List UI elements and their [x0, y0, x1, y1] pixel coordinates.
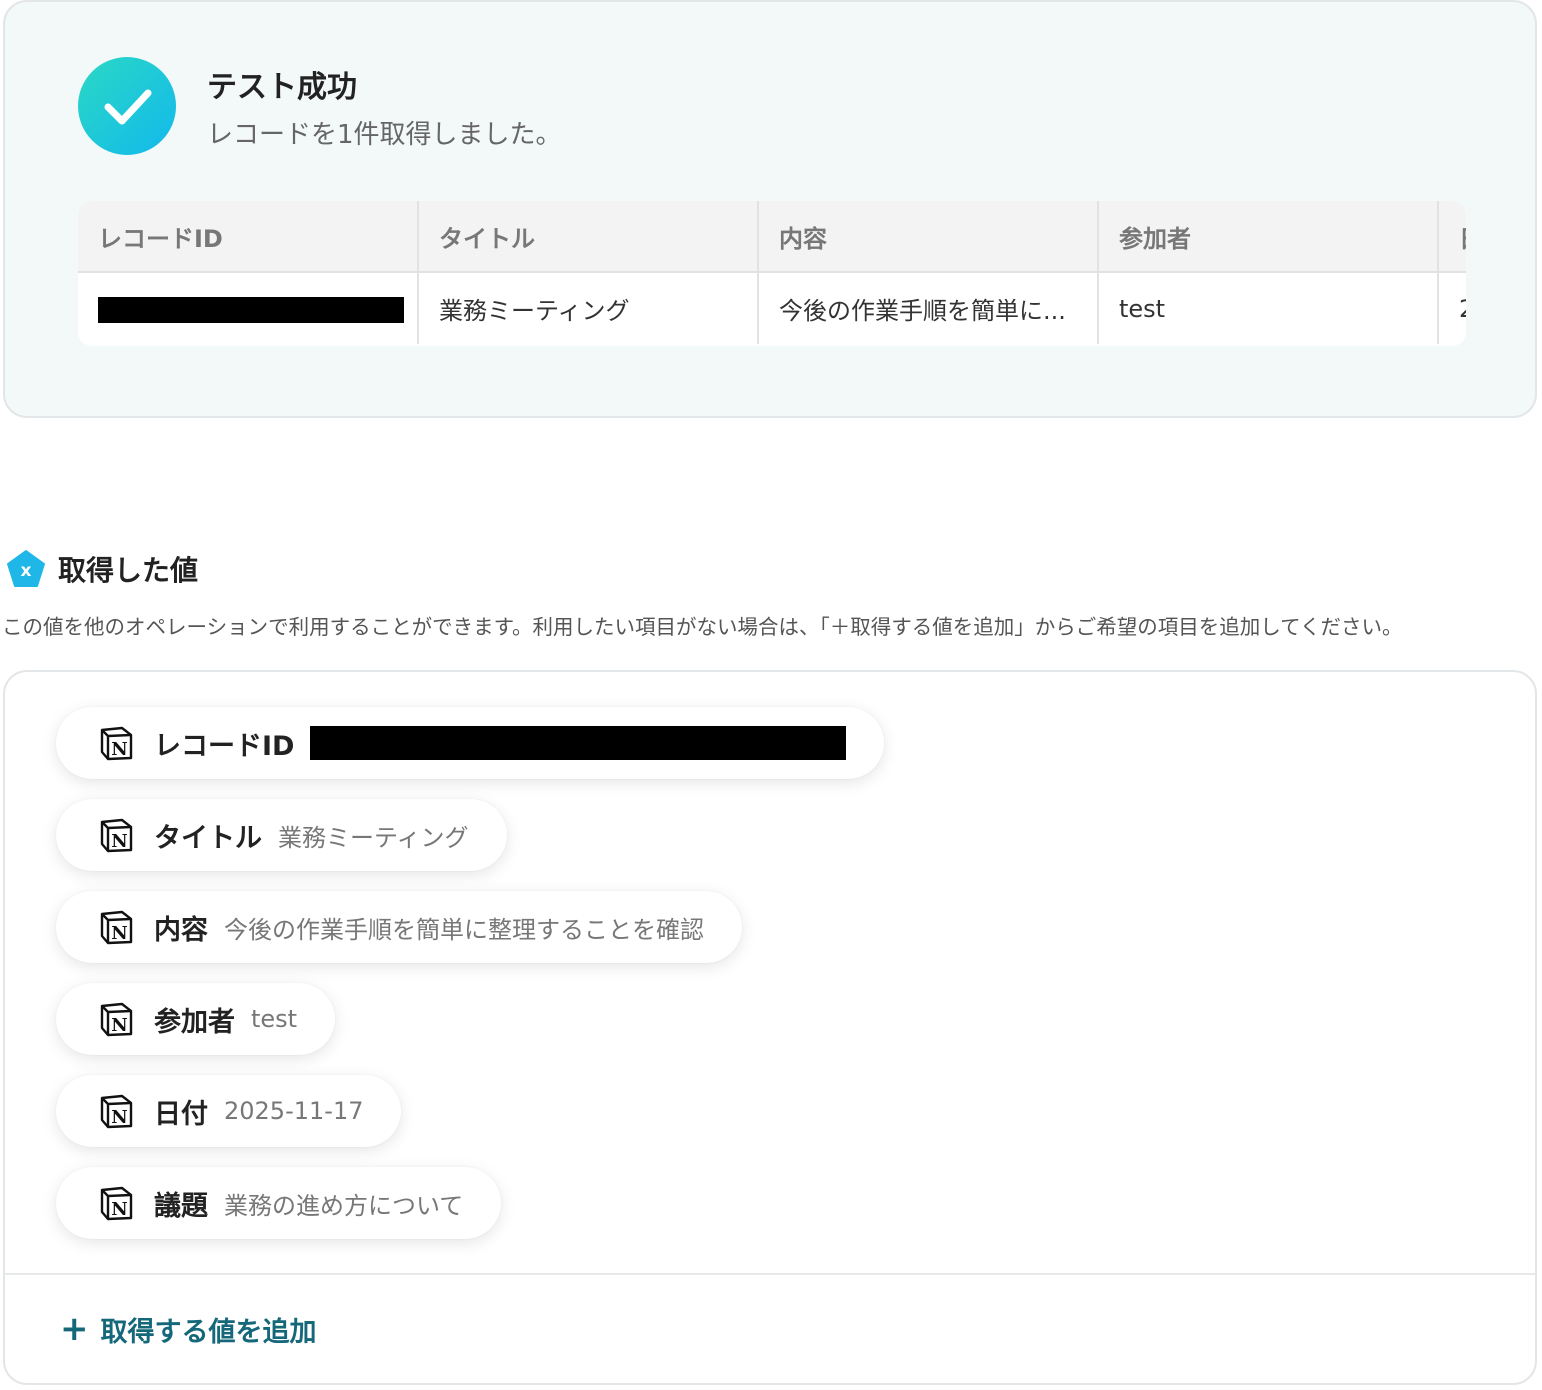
table-header-title: タイトル	[418, 201, 759, 273]
values-description: この値を他のオペレーションで利用することができます。利用したい項目がない場合は、…	[2, 615, 1403, 639]
success-subtitle: レコードを1件取得しました。	[207, 120, 562, 150]
value-chip-agenda[interactable]: N 議題 業務の進め方について	[56, 1167, 502, 1239]
value-chip-title[interactable]: N タイトル 業務ミーティング	[56, 799, 507, 871]
chip-label: タイトル	[154, 822, 262, 854]
values-header: x 取得した値	[6, 548, 198, 590]
value-chip-record-id[interactable]: N レコードID	[56, 707, 885, 779]
values-title: 取得した値	[58, 554, 199, 587]
svg-text:N: N	[111, 1107, 127, 1128]
table-header-participants: 参加者	[1098, 201, 1439, 273]
value-chip-content[interactable]: N 内容 今後の作業手順を簡単に整理することを確認	[56, 891, 742, 963]
chip-label: 日付	[154, 1098, 208, 1130]
result-table[interactable]: レコードID タイトル 内容 参加者 日 業務ミーティング 今後の作業手順を簡単…	[78, 201, 1466, 346]
divider	[5, 1273, 1535, 1275]
redacted-record-id	[310, 726, 847, 760]
values-card: N レコードID N タイトル 業務ミーティング N 内容 今後の作業手順を簡単…	[3, 670, 1537, 1385]
add-value-label: 取得する値を追加	[100, 1316, 317, 1348]
chip-label: 参加者	[154, 1006, 235, 1038]
notion-icon: N	[100, 910, 133, 945]
chip-label: 内容	[154, 914, 208, 946]
chip-label: 議題	[154, 1190, 208, 1222]
notion-icon: N	[100, 1186, 133, 1221]
table-cell-participants: test	[1098, 272, 1439, 344]
svg-text:N: N	[111, 1015, 127, 1036]
redacted-record-id	[98, 296, 404, 323]
plus-icon: +	[60, 1309, 89, 1349]
notion-icon: N	[100, 1094, 133, 1129]
table-cell-record-id	[78, 272, 419, 344]
svg-text:N: N	[111, 831, 127, 852]
notion-icon: N	[100, 818, 133, 853]
chip-label: レコードID	[154, 730, 295, 762]
notion-icon: N	[100, 726, 133, 761]
success-title: テスト成功	[207, 70, 357, 105]
chip-value: 2025-11-17	[224, 1097, 364, 1125]
test-success-card: テスト成功 レコードを1件取得しました。 レコードID タイトル 内容 参加者 …	[3, 0, 1537, 418]
svg-text:N: N	[111, 1199, 127, 1220]
variable-pentagon-icon: x	[7, 550, 45, 587]
check-icon	[78, 57, 176, 155]
add-value-button[interactable]: + 取得する値を追加	[60, 1309, 317, 1349]
chip-value: test	[251, 1005, 298, 1033]
value-chip-participants[interactable]: N 参加者 test	[56, 983, 336, 1055]
table-header-date: 日	[1438, 201, 1466, 273]
table-cell-date: 2	[1438, 272, 1466, 344]
table-cell-content: 今後の作業手順を簡単に...	[758, 272, 1099, 344]
chip-value: 今後の作業手順を簡単に整理することを確認	[224, 915, 704, 944]
table-header-content: 内容	[758, 201, 1099, 273]
value-chip-date[interactable]: N 日付 2025-11-17	[56, 1075, 402, 1147]
chip-value: 業務ミーティング	[278, 823, 469, 852]
chip-value: 業務の進め方について	[224, 1191, 464, 1220]
notion-icon: N	[100, 1002, 133, 1037]
table-header-row: レコードID タイトル 内容 参加者 日	[78, 201, 1466, 273]
table-cell-title: 業務ミーティング	[418, 272, 759, 344]
svg-text:N: N	[111, 739, 127, 760]
svg-text:N: N	[111, 923, 127, 944]
svg-text:x: x	[21, 561, 32, 581]
table-row: 業務ミーティング 今後の作業手順を簡単に... test 2	[78, 272, 1466, 344]
table-header-record-id: レコードID	[78, 201, 419, 273]
